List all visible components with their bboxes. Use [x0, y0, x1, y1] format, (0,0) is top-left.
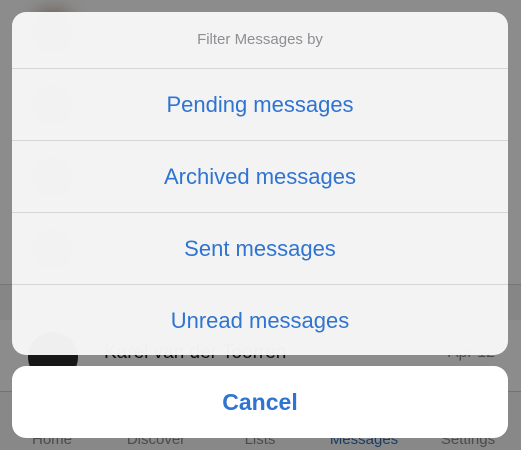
- unread-messages-option[interactable]: Unread messages: [12, 285, 508, 355]
- sheet-title: Filter Messages by: [12, 12, 508, 69]
- cancel-button[interactable]: Cancel: [12, 366, 508, 438]
- filter-action-sheet: Filter Messages by Pending messages Arch…: [12, 12, 508, 355]
- pending-messages-option[interactable]: Pending messages: [12, 69, 508, 141]
- archived-messages-option[interactable]: Archived messages: [12, 141, 508, 213]
- sent-messages-option[interactable]: Sent messages: [12, 213, 508, 285]
